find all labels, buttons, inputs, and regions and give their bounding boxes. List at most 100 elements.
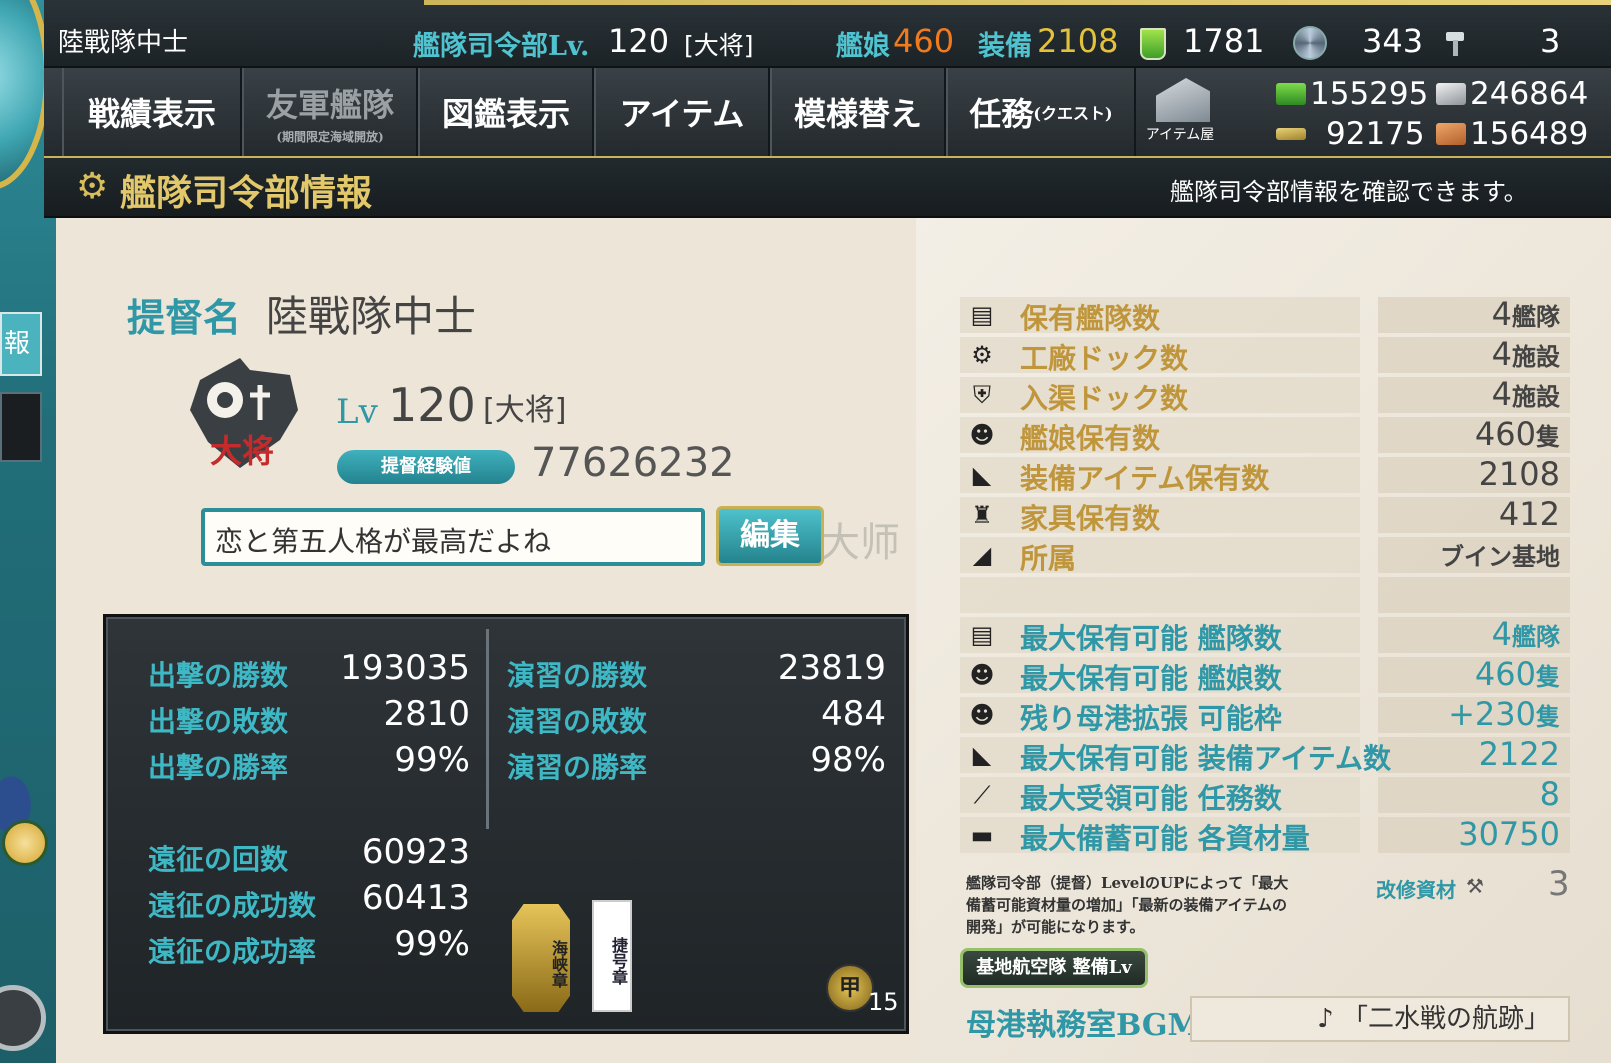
- item-shop-button[interactable]: アイテム屋: [1140, 74, 1220, 154]
- info-value-number: 4: [1491, 295, 1512, 333]
- expedition-rate-value: 99%: [394, 924, 470, 964]
- info-label: 最大備蓄可能 各資材量: [1020, 822, 1310, 855]
- info-value-unit: 隻: [1536, 662, 1560, 691]
- info-label: 入渠ドック数: [1020, 382, 1189, 415]
- shop-icon: [1156, 78, 1210, 122]
- info-row-bg: [960, 577, 1360, 613]
- repair-icon: ⛨: [973, 381, 991, 409]
- strait-medal-icon: 海峡章: [512, 904, 570, 1012]
- info-label: 家具保有数: [1020, 502, 1161, 535]
- menu-furniture-label: 模様替え: [793, 95, 922, 133]
- class-a-medal-count: 15: [868, 988, 899, 1016]
- info-value-number: 2122: [1478, 735, 1560, 773]
- info-label: 装備アイテム保有数: [1020, 462, 1270, 495]
- info-value-number: 30750: [1458, 815, 1560, 853]
- watermark: 大师: [820, 520, 900, 566]
- bgm-select[interactable]: ♪ 「二水戦の航跡」: [1190, 996, 1570, 1042]
- improvement-material-label: 改修資材: [1376, 878, 1456, 902]
- info-value: +230隻: [1448, 695, 1560, 733]
- menu-friend-fleet[interactable]: 友軍艦隊 (期間限定海域開放): [242, 68, 418, 156]
- info-value-unit: 艦隊: [1512, 622, 1560, 651]
- hq-level-value: 120: [608, 22, 670, 60]
- info-row: ⚙ 工廠ドック数 4施設: [960, 335, 1570, 375]
- equipment-icon: ◣: [972, 461, 992, 489]
- info-value-number: 460: [1474, 655, 1536, 693]
- info-row: ▤ 保有艦隊数 4艦隊: [960, 295, 1570, 335]
- info-value: 2122: [1479, 735, 1560, 773]
- side-tab-info[interactable]: 報: [0, 312, 42, 376]
- bucket-icon: [1140, 28, 1166, 60]
- info-label: 保有艦隊数: [1020, 302, 1161, 335]
- steel-value: 92175: [1326, 116, 1425, 152]
- info-value: 2108: [1479, 455, 1560, 493]
- sortie-wins-value: 193035: [340, 648, 470, 688]
- steel-resource: 92175: [1276, 116, 1425, 152]
- menu-encyclopedia-label: 図鑑表示: [441, 95, 570, 133]
- info-value-unit: 施設: [1512, 382, 1560, 411]
- info-row: ☻ 最大保有可能 艦娘数 460隻: [960, 655, 1570, 695]
- info-value-unit: 施設: [1512, 342, 1560, 371]
- shipgirl-icon: ☻: [969, 701, 995, 729]
- info-value: 4施設: [1492, 375, 1560, 413]
- exp-badge: 提督経験値: [337, 450, 515, 484]
- info-row: ♜ 家具保有数 412: [960, 495, 1570, 535]
- info-value-number: 2108: [1478, 455, 1560, 493]
- bucket-count: 1781: [1183, 22, 1265, 60]
- bauxite-icon: [1436, 123, 1466, 145]
- exercise-wins-label: 演習の勝数: [507, 659, 648, 692]
- hq-rank: [大将]: [684, 31, 754, 60]
- info-value-number: 8: [1539, 775, 1560, 813]
- menu-quests[interactable]: 任務 (クエスト): [946, 68, 1136, 156]
- info-row: ◣ 装備アイテム保有数 2108: [960, 455, 1570, 495]
- menu-quests-sub: (クエスト): [1033, 104, 1113, 123]
- ship-count-value: 460: [893, 22, 955, 60]
- section-title: 艦隊司令部情報: [120, 172, 373, 214]
- sortie-rate-value: 99%: [394, 740, 470, 780]
- info-value: 8: [1540, 775, 1560, 813]
- side-tab-dark[interactable]: [0, 392, 42, 462]
- level-label: Lv: [336, 392, 378, 432]
- info-row: ⟋ 最大受領可能 任務数 8: [960, 775, 1570, 815]
- menu-furniture[interactable]: 模様替え: [770, 68, 946, 156]
- info-value-unit: 隻: [1536, 422, 1560, 451]
- menu-encyclopedia[interactable]: 図鑑表示: [418, 68, 594, 156]
- sortie-losses-label: 出撃の敗数: [148, 705, 289, 738]
- side-medal-icon: [2, 820, 48, 866]
- item-shop-label: アイテム屋: [1145, 127, 1215, 143]
- hammer-icon: [1446, 32, 1464, 56]
- info-label: 最大保有可能 艦隊数: [1020, 622, 1282, 655]
- sortie-losses-value: 2810: [383, 694, 470, 734]
- improvement-material-value: 3: [1548, 864, 1570, 904]
- info-row: ▤ 最大保有可能 艦隊数 4艦隊: [960, 615, 1570, 655]
- menu-items[interactable]: アイテム: [594, 68, 770, 156]
- info-value: ブイン基地: [1440, 535, 1560, 573]
- exercise-rate-value: 98%: [810, 740, 886, 780]
- hq-level-label: 艦隊司令部Lv.: [413, 31, 590, 62]
- info-value-unit: ブイン基地: [1440, 542, 1560, 571]
- fleet-icon: ▤: [970, 621, 994, 649]
- info-label: 最大保有可能 艦娘数: [1020, 662, 1282, 695]
- ship-count-label: 艦娘: [836, 31, 890, 62]
- shipgirl-icon: ☻: [969, 661, 995, 689]
- expedition-rate-label: 遠征の成功率: [148, 935, 317, 968]
- info-value-bg: [1378, 577, 1570, 613]
- expedition-success-label: 遠征の成功数: [148, 889, 317, 922]
- info-label: 最大受領可能 任務数: [1020, 782, 1282, 815]
- expedition-count-value: 60923: [361, 832, 470, 872]
- furniture-icon: ♜: [971, 501, 993, 529]
- info-value: 412: [1499, 495, 1560, 533]
- info-row: ◢ 所属 ブイン基地: [960, 535, 1570, 575]
- info-value: 460隻: [1475, 655, 1560, 693]
- level-up-note: 艦隊司令部（提督）LevelのUPによって「最大備蓄可能資材量の増加」「最新の装…: [966, 874, 1289, 936]
- edit-comment-button[interactable]: 編集: [716, 506, 824, 566]
- exp-value: 77626232: [531, 440, 735, 486]
- operation-medal-icon: 捷号章: [592, 900, 632, 1012]
- menu-records[interactable]: 戦績表示: [62, 68, 242, 156]
- equipment-icon: ◣: [972, 741, 992, 769]
- info-value-number: +230: [1448, 695, 1536, 733]
- land-base-maintenance-button[interactable]: 基地航空隊 整備Lv: [960, 948, 1148, 988]
- exercise-losses-value: 484: [821, 694, 886, 734]
- info-label: 工廠ドック数: [1020, 342, 1189, 375]
- bauxite-value: 156489: [1470, 116, 1589, 152]
- comment-field[interactable]: 恋と第五人格が最高だよね: [201, 508, 705, 566]
